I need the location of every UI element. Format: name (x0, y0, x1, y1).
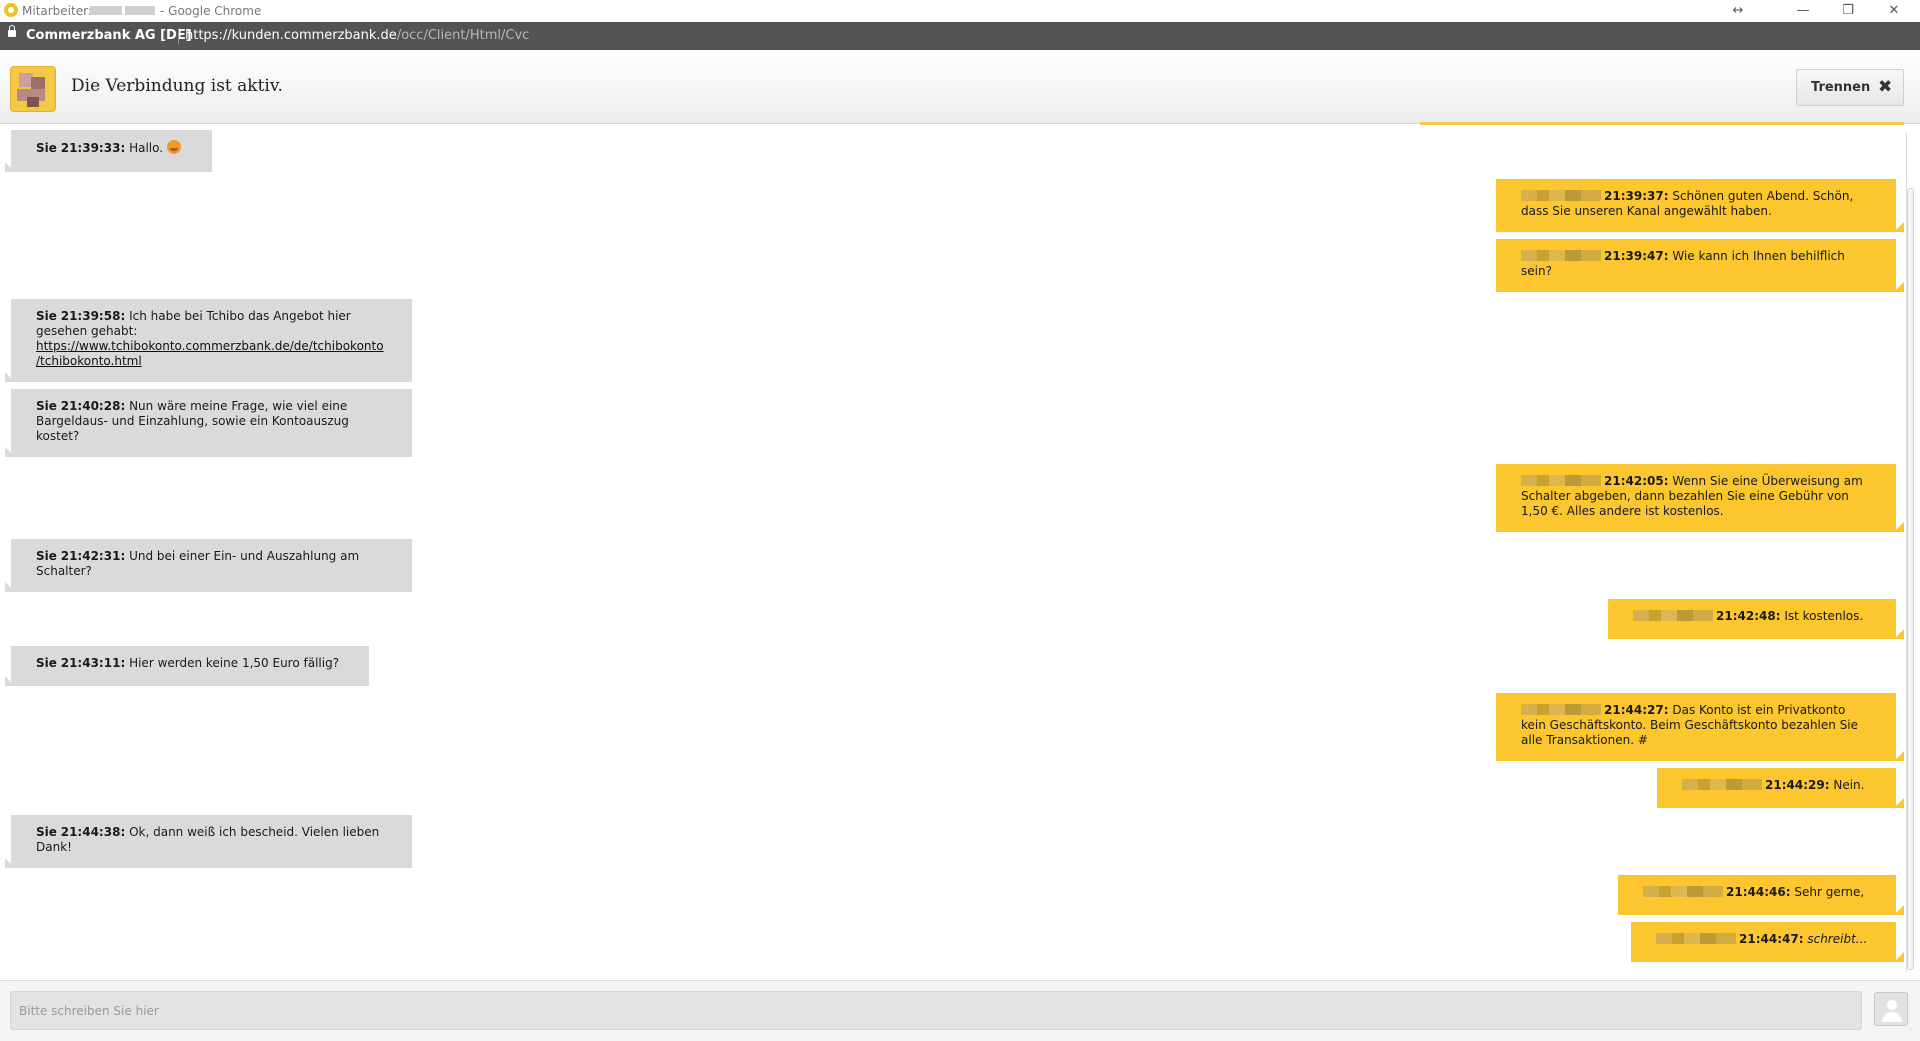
url-host: kunden.commerzbank.de (231, 28, 397, 43)
message-text: Nein. (1833, 778, 1865, 792)
message-sender: Sie (36, 549, 57, 563)
message-sender: Sie (36, 656, 57, 670)
message-text: Sehr gerne, (1794, 885, 1865, 899)
message-agent: 21:44:46: Sehr gerne, (1618, 875, 1904, 915)
typing-indicator: schreibt... (1807, 932, 1868, 946)
restore-button[interactable]: ❐ (1833, 2, 1863, 20)
message-sender: Sie (36, 309, 57, 323)
message-time: 21:39:33 (60, 141, 121, 155)
redacted-agent-name (1633, 610, 1713, 621)
url-path: /occ/Client/Html/Cvc (396, 28, 530, 43)
message-input[interactable] (10, 991, 1862, 1030)
message-agent: 21:39:47: Wie kann ich Ihnen behilflich … (1496, 239, 1904, 292)
minimize-button[interactable]: — (1788, 2, 1818, 20)
smiley-icon (167, 140, 182, 154)
message-text: Hier werden keine 1,50 Euro fällig? (129, 656, 340, 670)
message-agent: 21:44:29: Nein. (1657, 768, 1904, 808)
message-sender: Sie (36, 825, 57, 839)
message-agent: 21:42:48: Ist kostenlos. (1608, 599, 1904, 639)
user-icon[interactable] (1874, 992, 1908, 1026)
message-text: Hallo. (129, 141, 164, 155)
window-title-suffix: - Google Chrome (160, 4, 262, 18)
message-agent: 21:42:05: Wenn Sie eine Überweisung am S… (1496, 464, 1904, 532)
window-title-prefix: Mitarbeiter: (22, 4, 92, 18)
message-time: 21:44:27 (1604, 703, 1664, 717)
message-time: 21:40:28 (60, 399, 121, 413)
message-time: 21:44:29 (1765, 778, 1825, 792)
disconnect-label: Trennen (1811, 80, 1871, 95)
message-user: Sie 21:39:58: Ich habe bei Tchibo das An… (5, 299, 412, 382)
redacted-name-block (125, 6, 155, 15)
redacted-agent-name (1643, 886, 1723, 897)
tchibokonto-link[interactable]: https://www.tchibokonto.commerzbank.de/d… (36, 339, 384, 368)
connection-status: Die Verbindung ist aktiv. (71, 76, 283, 96)
url-text[interactable]: https://kunden.commerzbank.de/occ/Client… (185, 28, 529, 43)
commerzbank-logo-icon (4, 3, 18, 17)
browser-title-bar: Mitarbeiter: - Google Chrome ↔ — ❐ ✕ (0, 0, 1920, 23)
redacted-agent-name (1521, 190, 1601, 201)
message-user: Sie 21:39:33: Hallo. (5, 130, 212, 172)
message-user: Sie 21:43:11: Hier werden keine 1,50 Eur… (5, 646, 369, 686)
message-time: 21:42:48 (1716, 609, 1776, 623)
message-user: Sie 21:42:31: Und bei einer Ein- und Aus… (5, 539, 412, 592)
message-time: 21:39:58 (60, 309, 121, 323)
message-agent-typing: 21:44:47: schreibt... (1631, 922, 1904, 962)
message-user: Sie 21:40:28: Nun wäre meine Frage, wie … (5, 389, 412, 457)
message-time: 21:39:47 (1604, 249, 1664, 263)
message-sender: Sie (36, 141, 57, 155)
message-sender: Sie (36, 399, 57, 413)
message-time: 21:42:31 (60, 549, 121, 563)
disconnect-button[interactable]: Trennen ✖ (1796, 69, 1904, 106)
chat-header (0, 50, 1920, 124)
message-user: Sie 21:44:38: Ok, dann weiß ich bescheid… (5, 815, 412, 868)
redacted-agent-name (1656, 933, 1736, 944)
agent-avatar (10, 66, 56, 112)
redacted-agent-name (1682, 779, 1762, 790)
message-agent: 21:39:37: Schönen guten Abend. Schön, da… (1496, 179, 1904, 232)
url-scheme: https:// (185, 28, 232, 43)
redacted-agent-name (1521, 704, 1601, 715)
message-agent: 21:44:27: Das Konto ist ein Privatkonto … (1496, 693, 1904, 761)
redacted-agent-name (1521, 250, 1601, 261)
message-time: 21:44:38 (60, 825, 121, 839)
lock-icon (8, 25, 16, 37)
message-time: 21:42:05 (1604, 474, 1664, 488)
message-time: 21:43:11 (60, 656, 121, 670)
message-time: 21:39:37 (1604, 189, 1664, 203)
redacted-name-block (90, 6, 122, 15)
message-time: 21:44:47 (1739, 932, 1799, 946)
message-text: Ist kostenlos. (1784, 609, 1864, 623)
close-icon: ✖ (1878, 77, 1893, 97)
address-bar[interactable]: Commerzbank AG [DE] https://kunden.comme… (0, 22, 1920, 50)
site-identity-label[interactable]: Commerzbank AG [DE] (26, 28, 192, 43)
resize-icon[interactable]: ↔ (1723, 2, 1753, 20)
close-window-button[interactable]: ✕ (1879, 2, 1909, 20)
redacted-agent-name (1521, 475, 1601, 486)
message-time: 21:44:46 (1726, 885, 1786, 899)
address-separator (178, 28, 179, 44)
chat-scrollbar-thumb[interactable] (1907, 188, 1914, 970)
